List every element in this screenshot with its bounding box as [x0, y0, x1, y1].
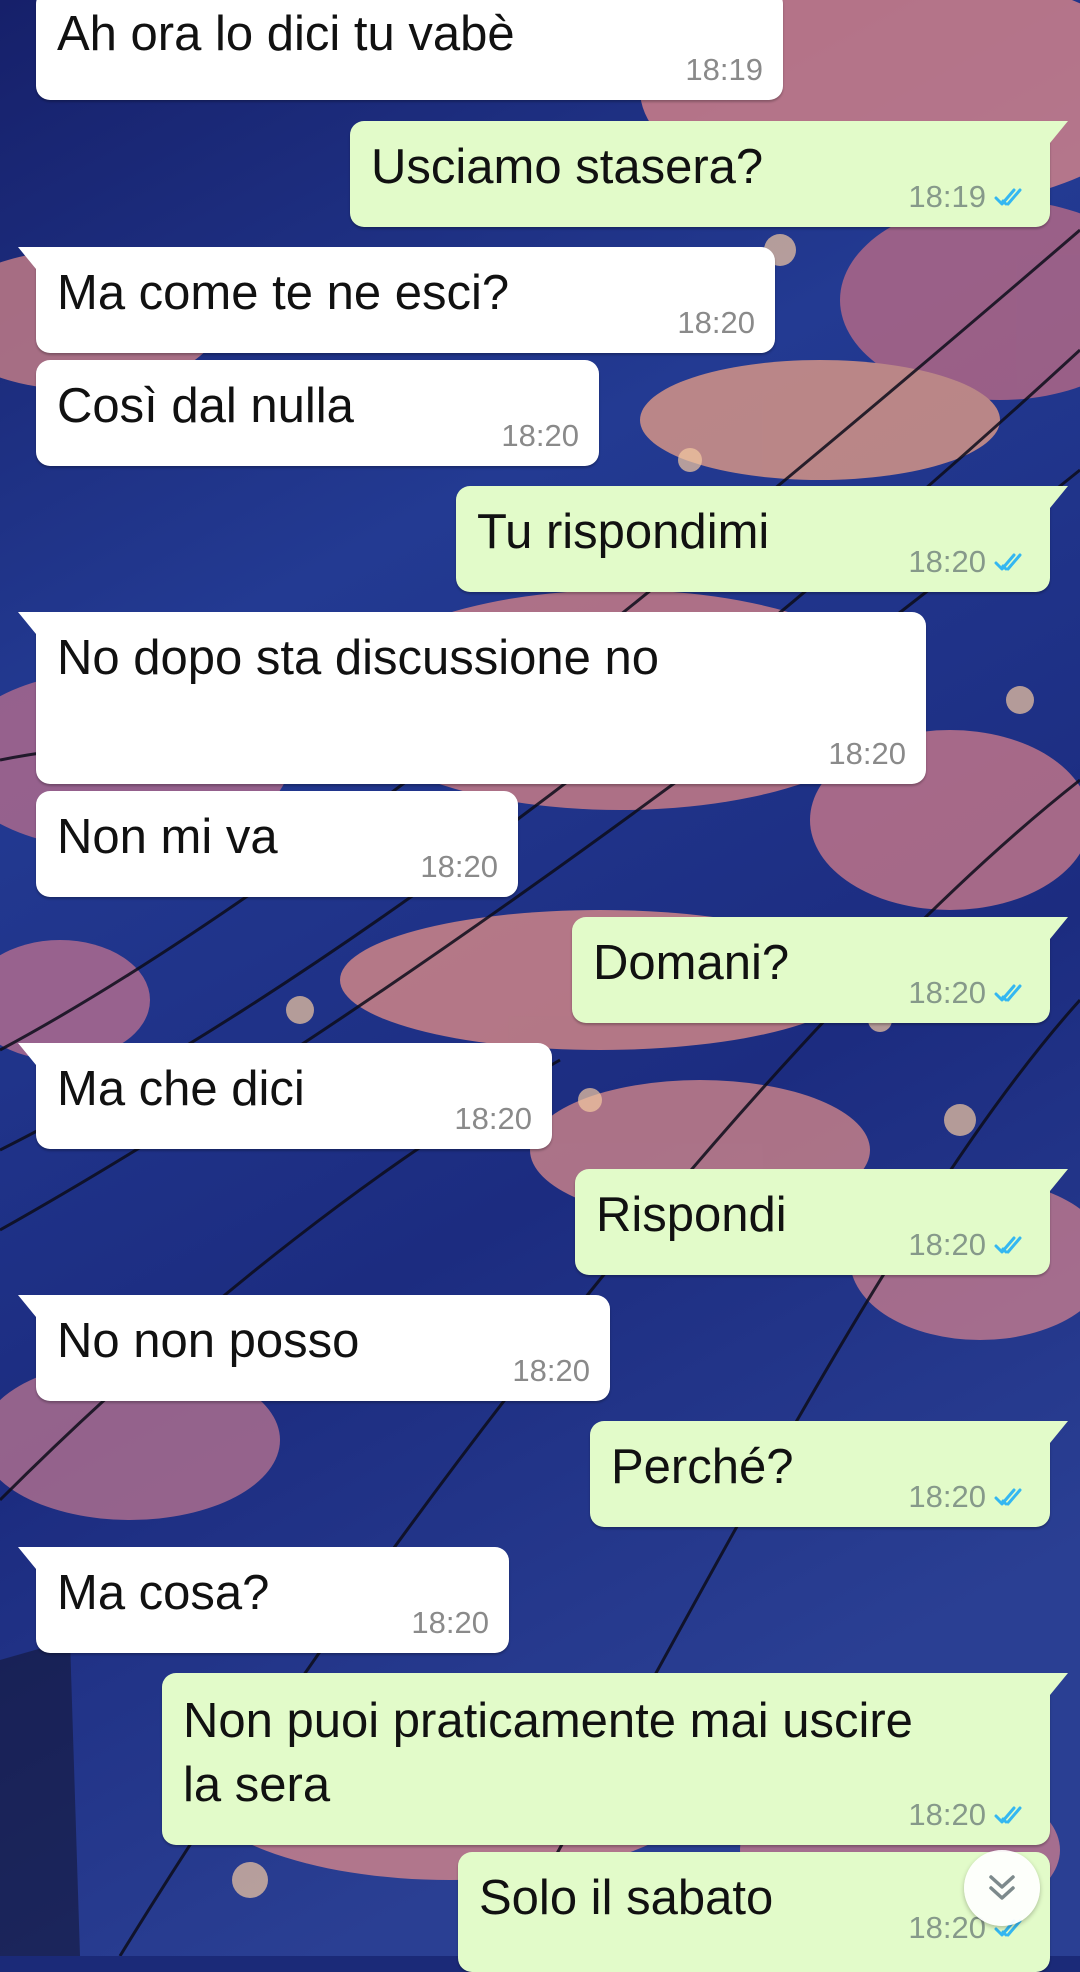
read-ticks-icon: [994, 984, 1022, 1002]
message-bubble-incoming[interactable]: Ma cosa? 18:20: [18, 1547, 509, 1653]
message-time: 18:20: [411, 1605, 489, 1640]
message-time: 18:20: [908, 544, 986, 579]
message-time: 18:20: [908, 1910, 986, 1945]
message-time: 18:20: [420, 849, 498, 884]
message-meta: 18:20: [677, 305, 755, 341]
message-time: 18:19: [908, 179, 986, 214]
message-meta: 18:20: [908, 1227, 1030, 1263]
message-time: 18:19: [685, 52, 763, 87]
message-bubble-incoming[interactable]: No non posso 18:20: [18, 1295, 610, 1401]
message-time: 18:20: [908, 1479, 986, 1514]
scroll-to-bottom-button[interactable]: [964, 1850, 1040, 1926]
message-time: 18:20: [908, 1227, 986, 1262]
message-bubble-outgoing[interactable]: Perché? 18:20: [590, 1421, 1068, 1527]
message-bubble-incoming[interactable]: Non mi va 18:20: [36, 791, 518, 897]
message-bubble-incoming[interactable]: No dopo sta discussione no 18:20: [18, 612, 926, 784]
message-text: Così dal nulla: [57, 379, 354, 433]
message-meta: 18:20: [454, 1101, 532, 1137]
message-bubble-outgoing[interactable]: Non puoi praticamente mai uscire la sera…: [162, 1673, 1068, 1845]
message-text: No dopo sta discussione no: [57, 631, 659, 685]
read-ticks-icon: [994, 553, 1022, 571]
message-bubble-incoming[interactable]: Ma come te ne esci? 18:20: [18, 247, 775, 353]
message-time: 18:20: [908, 975, 986, 1010]
message-meta: 18:20: [908, 975, 1030, 1011]
message-bubble-incoming[interactable]: Così dal nulla 18:20: [36, 360, 599, 466]
double-chevron-down-icon: [989, 1875, 1015, 1900]
message-meta: 18:19: [908, 179, 1030, 215]
message-meta: 18:20: [908, 544, 1030, 580]
read-ticks-icon: [994, 188, 1022, 206]
message-bubble-incoming[interactable]: Ma che dici 18:20: [18, 1043, 552, 1149]
message-text: Ah ora lo dici tu vabè: [57, 7, 515, 61]
read-ticks-icon: [994, 1488, 1022, 1506]
message-text: No non posso: [57, 1314, 360, 1368]
read-ticks-icon: [994, 1806, 1022, 1824]
message-time: 18:20: [908, 1797, 986, 1832]
message-time: 18:20: [512, 1353, 590, 1388]
message-meta: 18:20: [828, 736, 906, 772]
read-ticks-icon: [994, 1236, 1022, 1254]
message-meta: 18:20: [420, 849, 498, 885]
message-bubble-incoming[interactable]: Ah ora lo dici tu vabè 18:19: [36, 0, 783, 100]
message-time: 18:20: [828, 736, 906, 771]
message-text: Non puoi praticamente mai uscire la sera: [183, 1694, 913, 1812]
message-meta: 18:20: [501, 418, 579, 454]
message-meta: 18:20: [411, 1605, 489, 1641]
message-bubble-outgoing[interactable]: Domani? 18:20: [572, 917, 1068, 1023]
message-bubble-outgoing[interactable]: Usciamo stasera? 18:19: [350, 121, 1068, 227]
message-meta: 18:20: [908, 1797, 1030, 1833]
message-time: 18:20: [454, 1101, 532, 1136]
message-bubble-outgoing[interactable]: Tu rispondimi 18:20: [456, 486, 1068, 592]
message-bubble-outgoing[interactable]: Rispondi 18:20: [575, 1169, 1068, 1275]
message-time: 18:20: [501, 418, 579, 453]
message-meta: 18:20: [908, 1479, 1030, 1515]
message-time: 18:20: [677, 305, 755, 340]
message-bubble-outgoing[interactable]: Solo il sabato 18:20: [458, 1852, 1050, 1972]
message-meta: 18:20: [512, 1353, 590, 1389]
message-text: Ma come te ne esci?: [57, 266, 510, 320]
message-meta: 18:19: [685, 52, 763, 88]
